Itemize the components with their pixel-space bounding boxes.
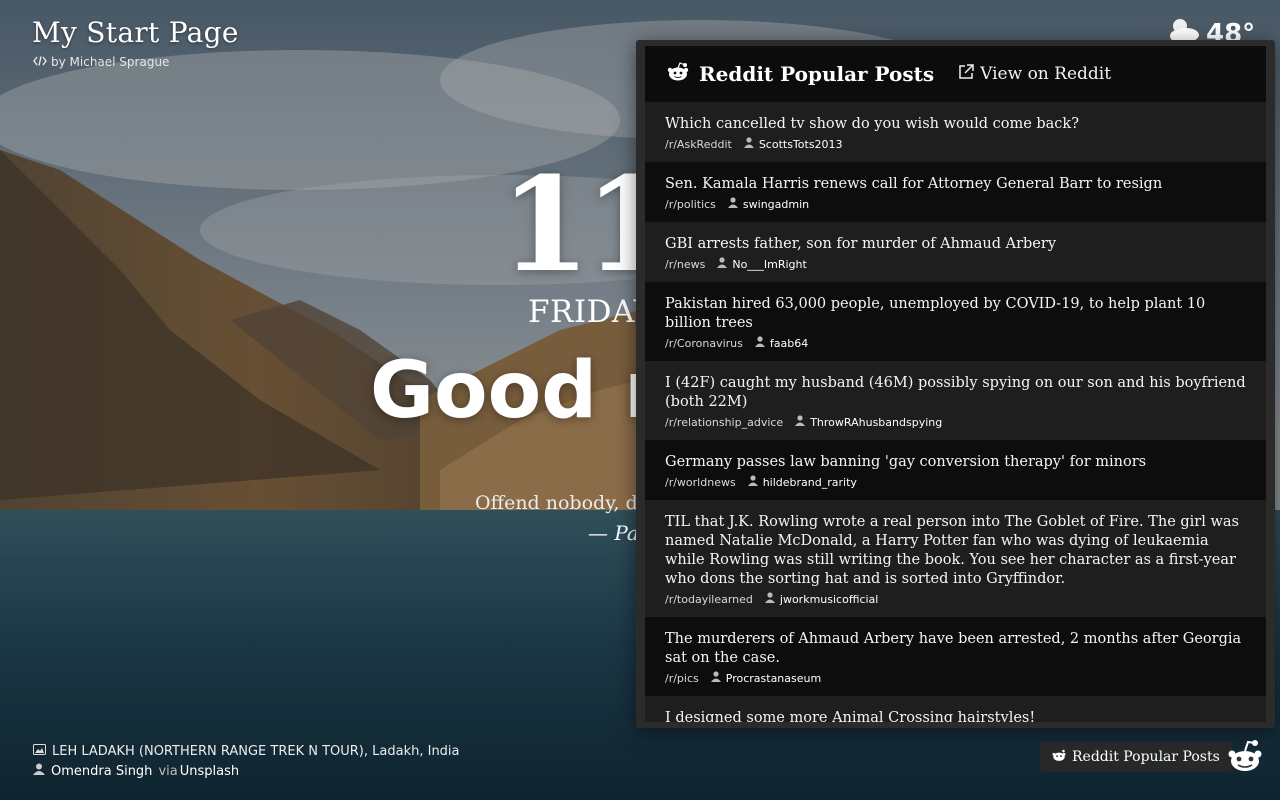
view-on-reddit-link[interactable]: View on Reddit — [958, 63, 1112, 85]
unsplash-link[interactable]: Unsplash — [180, 762, 239, 782]
post-author[interactable]: ScottsTots2013 — [743, 137, 843, 151]
reddit-widget-tooltip-label: Reddit Popular Posts — [1072, 749, 1220, 765]
reddit-icon — [1227, 740, 1263, 779]
post-title: Sen. Kamala Harris renews call for Attor… — [665, 176, 1163, 192]
post-title: TIL that J.K. Rowling wrote a real perso… — [665, 514, 1239, 587]
post-subreddit[interactable]: /r/politics — [665, 198, 716, 211]
post-meta: /r/news No___ImRight — [665, 257, 1246, 271]
page-title: My Start Page — [32, 16, 239, 49]
post-meta: /r/relationship_advice ThrowRAhusbandspyi… — [665, 415, 1246, 429]
reddit-post[interactable]: Germany passes law banning 'gay conversi… — [645, 440, 1266, 500]
user-icon — [743, 137, 754, 151]
post-author-name: ThrowRAhusbandspying — [810, 415, 943, 429]
post-meta: /r/pics Procrastanaseum — [665, 671, 1246, 685]
post-author-name: hildebrand_rarity — [762, 475, 857, 489]
post-author-name: swingadmin — [742, 197, 810, 211]
user-icon — [754, 336, 765, 350]
post-meta: /r/politics swingadmin — [665, 197, 1246, 211]
reddit-post[interactable]: Sen. Kamala Harris renews call for Attor… — [645, 162, 1266, 222]
post-author-name: Procrastanaseum — [725, 671, 822, 685]
post-title: Pakistan hired 63,000 people, unemployed… — [665, 296, 1206, 331]
reddit-widget-tooltip: Reddit Popular Posts — [1040, 742, 1239, 772]
byline-text: by Michael Sprague — [51, 55, 170, 69]
post-author[interactable]: ThrowRAhusbandspying — [795, 415, 942, 429]
reddit-post[interactable]: I designed some more Animal Crossing hai… — [645, 696, 1266, 722]
user-icon — [764, 592, 775, 606]
user-icon — [33, 762, 45, 782]
reddit-post[interactable]: GBI arrests father, son for murder of Ah… — [645, 222, 1266, 282]
post-author[interactable]: Procrastanaseum — [710, 671, 822, 685]
post-subreddit[interactable]: /r/pics — [665, 672, 699, 685]
post-title: Which cancelled tv show do you wish woul… — [665, 116, 1079, 132]
code-icon — [33, 55, 47, 69]
post-title: I designed some more Animal Crossing hai… — [665, 710, 1036, 722]
post-subreddit[interactable]: /r/news — [665, 258, 705, 271]
post-meta: /r/Coronavirus faab64 — [665, 336, 1246, 350]
reddit-widget-button[interactable] — [1227, 739, 1263, 775]
post-subreddit[interactable]: /r/relationship_advice — [665, 416, 783, 429]
reddit-panel-title: Reddit Popular Posts — [699, 62, 935, 86]
photo-location[interactable]: LEH LADAKH (NORTHERN RANGE TREK N TOUR),… — [52, 742, 460, 762]
post-author-name: No___ImRight — [732, 257, 807, 271]
post-author[interactable]: jworkmusicofficial — [764, 592, 879, 606]
user-icon — [710, 671, 721, 685]
reddit-panel-header: Reddit Popular Posts View on Reddit — [645, 46, 1266, 102]
post-author-name: jworkmusicofficial — [779, 592, 879, 606]
external-link-icon — [958, 63, 974, 85]
post-subreddit[interactable]: /r/worldnews — [665, 476, 736, 489]
quote-text: Offend nobody, de — [475, 492, 649, 514]
post-author[interactable]: No___ImRight — [717, 257, 807, 271]
post-author[interactable]: swingadmin — [727, 197, 810, 211]
reddit-post[interactable]: TIL that J.K. Rowling wrote a real perso… — [645, 500, 1266, 617]
photographer-link[interactable]: Omendra Singh — [51, 762, 152, 782]
view-on-reddit-label: View on Reddit — [980, 64, 1112, 84]
via-text: via — [158, 764, 178, 779]
reddit-post[interactable]: Pakistan hired 63,000 people, unemployed… — [645, 282, 1266, 361]
reddit-panel: Reddit Popular Posts View on Reddit Whic… — [636, 40, 1275, 728]
post-title: GBI arrests father, son for murder of Ah… — [665, 236, 1057, 252]
reddit-post[interactable]: Which cancelled tv show do you wish woul… — [645, 102, 1266, 162]
post-author[interactable]: faab64 — [754, 336, 809, 350]
post-meta: /r/AskReddit ScottsTots2013 — [665, 137, 1246, 151]
user-icon — [727, 197, 738, 211]
post-meta: /r/worldnews hildebrand_rarity — [665, 475, 1246, 489]
reddit-post[interactable]: I (42F) caught my husband (46M) possibly… — [645, 361, 1266, 440]
post-subreddit[interactable]: /r/Coronavirus — [665, 337, 743, 350]
user-icon — [747, 475, 758, 489]
post-title: The murderers of Ahmaud Arbery have been… — [665, 631, 1242, 666]
post-author[interactable]: hildebrand_rarity — [747, 475, 857, 489]
image-icon — [33, 742, 46, 762]
post-author-name: faab64 — [769, 336, 809, 350]
user-icon — [795, 415, 806, 429]
post-subreddit[interactable]: /r/AskReddit — [665, 138, 732, 151]
reddit-post-list: Which cancelled tv show do you wish woul… — [645, 102, 1266, 722]
user-icon — [717, 257, 728, 271]
byline[interactable]: by Michael Sprague — [33, 55, 169, 69]
reddit-post[interactable]: The murderers of Ahmaud Arbery have been… — [645, 617, 1266, 696]
reddit-icon — [1052, 749, 1066, 766]
photo-credit: LEH LADAKH (NORTHERN RANGE TREK N TOUR),… — [33, 742, 460, 782]
reddit-icon — [667, 62, 689, 86]
post-subreddit[interactable]: /r/todayilearned — [665, 593, 753, 606]
post-title: I (42F) caught my husband (46M) possibly… — [665, 375, 1246, 410]
post-title: Germany passes law banning 'gay conversi… — [665, 454, 1147, 470]
post-author-name: ScottsTots2013 — [758, 137, 843, 151]
post-meta: /r/todayilearned jworkmusicofficial — [665, 592, 1246, 606]
